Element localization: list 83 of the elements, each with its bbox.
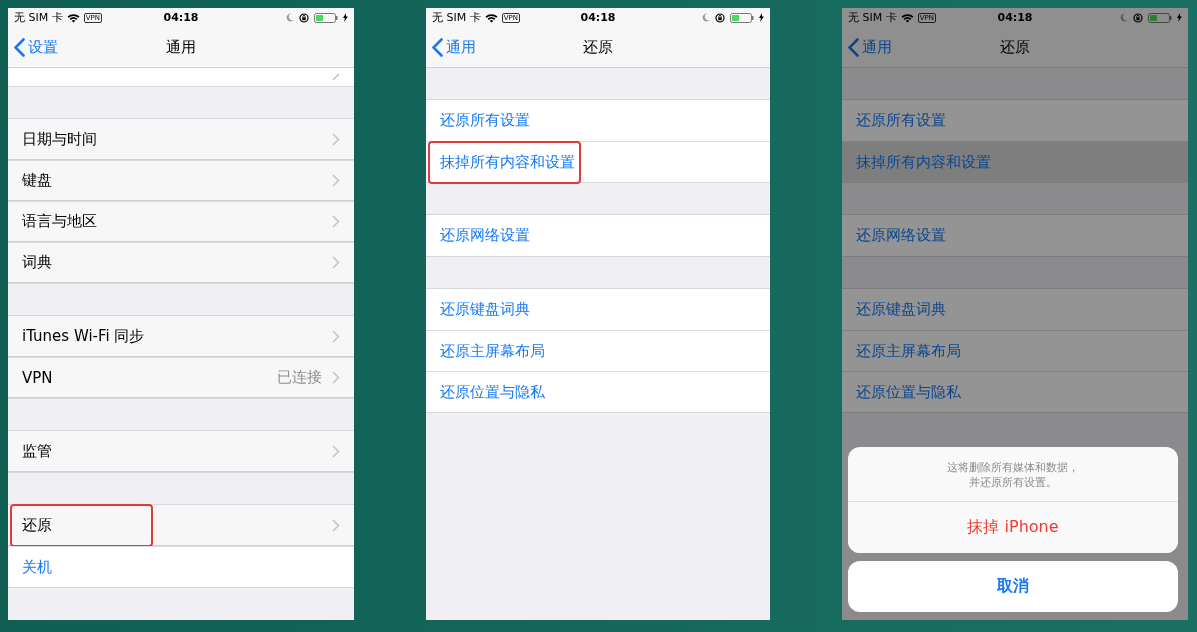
row-label: VPN	[22, 368, 53, 387]
row-label: 还原位置与隐私	[440, 382, 545, 402]
chevron-left-icon	[848, 37, 859, 57]
rotation-lock-icon	[715, 12, 725, 23]
screen-title: 通用	[166, 37, 196, 57]
moon-icon	[702, 13, 710, 22]
row-label: 词典	[22, 253, 52, 272]
row-label: 抹掉所有内容和设置	[440, 152, 575, 172]
clock: 04:18	[997, 11, 1033, 24]
chevron-icon	[332, 444, 340, 458]
chevron-icon	[332, 256, 340, 269]
row-label: 还原主屏幕布局	[856, 341, 961, 361]
rotation-lock-icon	[299, 12, 309, 23]
chevron-icon	[332, 74, 340, 80]
charging-icon	[759, 13, 764, 22]
list-row[interactable]: 键盘	[8, 160, 354, 201]
list-row[interactable]: 词典	[8, 242, 354, 283]
chevron-icon	[332, 215, 340, 228]
carrier-label: 无 SIM 卡	[848, 10, 897, 25]
chevron-icon	[332, 132, 340, 146]
carrier-label: 无 SIM 卡	[14, 10, 63, 25]
clock: 04:18	[163, 11, 199, 24]
chevron-icon	[332, 518, 340, 532]
screen-title: 还原	[1000, 37, 1030, 57]
moon-icon	[1120, 13, 1128, 22]
list-row[interactable]: 关机	[8, 546, 354, 587]
screen-title: 还原	[583, 37, 613, 57]
back-button[interactable]: 通用	[432, 37, 476, 57]
row-label: 语言与地区	[22, 212, 97, 231]
row-label: 监管	[22, 441, 52, 461]
moon-icon	[286, 13, 294, 22]
back-button[interactable]: 通用	[848, 37, 892, 57]
rotation-lock-icon	[1133, 12, 1143, 23]
list-row[interactable]: 还原位置与隐私	[842, 371, 1188, 412]
list-row[interactable]: 抹掉所有内容和设置	[842, 141, 1188, 182]
chevron-icon	[332, 329, 340, 343]
list-row[interactable]: 还原网络设置	[426, 215, 770, 256]
row-label: 还原所有设置	[856, 111, 946, 130]
row-label: 键盘	[22, 171, 52, 190]
chevron-left-icon	[432, 37, 443, 57]
list-row[interactable]: 还原	[8, 505, 354, 546]
list-row[interactable]: 还原键盘词典	[842, 289, 1188, 330]
cancel-button[interactable]: 取消	[848, 561, 1178, 612]
row-label: 抹掉所有内容和设置	[856, 152, 991, 172]
row-label: 关机	[22, 557, 52, 577]
back-button[interactable]: 设置	[14, 37, 58, 57]
row-label: 还原主屏幕布局	[440, 341, 545, 361]
list-row[interactable]: 抹掉所有内容和设置	[426, 141, 770, 182]
charging-icon	[1177, 13, 1182, 22]
wifi-icon	[66, 12, 80, 23]
list-row[interactable]: 语言与地区	[8, 201, 354, 242]
row-label: iTunes Wi-Fi 同步	[22, 326, 145, 346]
list-row[interactable]: 还原位置与隐私	[426, 371, 770, 412]
list-row[interactable]: 还原键盘词典	[426, 289, 770, 330]
chevron-icon	[332, 174, 340, 187]
battery-icon	[730, 12, 754, 23]
row-label: 还原键盘词典	[856, 300, 946, 319]
row-label: 还原网络设置	[440, 226, 530, 245]
list-row[interactable]: 还原网络设置	[842, 215, 1188, 256]
list-row[interactable]: 还原所有设置	[842, 100, 1188, 141]
clock: 04:18	[580, 11, 616, 24]
list-row[interactable]: 还原所有设置	[426, 100, 770, 141]
charging-icon	[343, 13, 348, 22]
carrier-label: 无 SIM 卡	[432, 10, 481, 25]
row-label: 还原键盘词典	[440, 300, 530, 319]
battery-icon	[314, 12, 338, 23]
chevron-left-icon	[14, 37, 25, 57]
battery-icon	[1148, 12, 1172, 23]
list-row[interactable]: 日期与时间	[8, 119, 354, 160]
chevron-icon	[332, 371, 340, 384]
row-label: 还原位置与隐私	[856, 382, 961, 402]
row-label: 还原网络设置	[856, 226, 946, 245]
list-row[interactable]: 还原主屏幕布局	[426, 330, 770, 371]
list-row[interactable]: 还原主屏幕布局	[842, 330, 1188, 371]
row-detail: 已连接	[277, 368, 322, 387]
wifi-icon	[484, 12, 498, 23]
row-label: 还原	[22, 515, 52, 535]
list-row[interactable]: 监管	[8, 431, 354, 472]
row-label: 日期与时间	[22, 129, 97, 149]
list-row[interactable]: iTunes Wi-Fi 同步	[8, 316, 354, 357]
row-label: 还原所有设置	[440, 111, 530, 130]
wifi-icon	[900, 12, 914, 23]
list-row[interactable]: VPN 已连接	[8, 357, 354, 398]
